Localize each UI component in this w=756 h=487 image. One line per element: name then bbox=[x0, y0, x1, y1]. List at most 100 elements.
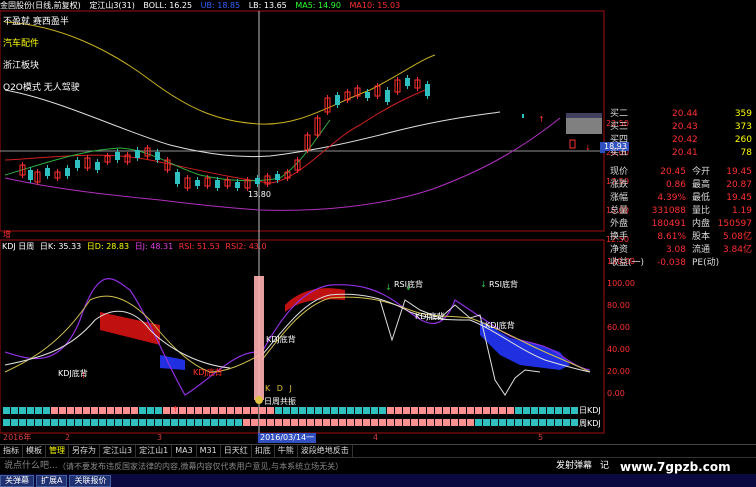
day-kdj-block bbox=[139, 407, 146, 414]
kdj-tick: 40.00 bbox=[607, 345, 630, 354]
week-kdj-block bbox=[203, 419, 210, 426]
day-kdj-block bbox=[547, 407, 554, 414]
day-kdj-block bbox=[99, 407, 106, 414]
day-kdj-block bbox=[491, 407, 498, 414]
tab-ritianhong[interactable]: 日天红 bbox=[221, 445, 252, 457]
week-kdj-block bbox=[51, 419, 58, 426]
day-kdj-block bbox=[59, 407, 66, 414]
quote-value: 3.08 bbox=[665, 245, 686, 255]
day-kdj-block bbox=[147, 407, 154, 414]
svg-text:↓: ↓ bbox=[385, 283, 392, 292]
week-kdj-block bbox=[379, 419, 386, 426]
day-kdj-block bbox=[411, 407, 418, 414]
week-kdj-block bbox=[459, 419, 466, 426]
tab-template[interactable]: 模板 bbox=[23, 445, 46, 457]
record-button[interactable]: 记 bbox=[600, 458, 609, 475]
day-kdj-block bbox=[195, 407, 202, 414]
week-kdj-block bbox=[179, 419, 186, 426]
week-kdj-block bbox=[99, 419, 106, 426]
tab-niuxiong[interactable]: 牛熊 bbox=[275, 445, 298, 457]
kdj-k-value: 日K: 35.33 bbox=[39, 242, 82, 251]
day-kdj-block bbox=[243, 407, 250, 414]
tab-djs1[interactable]: 定江山1 bbox=[136, 445, 173, 457]
kdj-tick: 80.00 bbox=[607, 301, 630, 310]
kdj-signal-text: K D J bbox=[265, 384, 294, 393]
time-month: 2 bbox=[65, 433, 71, 442]
low-price-label: 13.80 bbox=[248, 190, 271, 199]
quote-label: 股本 bbox=[692, 232, 711, 242]
bid-row: 买二 20.44 359 bbox=[606, 108, 756, 121]
bid-volume: 78 bbox=[740, 148, 752, 158]
kdj-axis: 120.00 100.00 80.00 60.00 40.00 20.00 0.… bbox=[607, 257, 637, 411]
day-kdj-block bbox=[387, 407, 394, 414]
week-kdj-block bbox=[443, 419, 450, 426]
concept-label: 不盈就 赛西盈半 bbox=[3, 17, 69, 27]
stock-chart[interactable]: ↑ ↓ ↑ ↓ ↓ ↓ ↑ bbox=[0, 0, 605, 434]
day-kdj-block bbox=[443, 407, 450, 414]
svg-text:↓: ↓ bbox=[480, 280, 487, 289]
week-kdj-block bbox=[547, 419, 554, 426]
linked-quote-button[interactable]: 关联报价 bbox=[69, 475, 112, 487]
kdj-tick: 0.00 bbox=[607, 389, 625, 398]
tab-manage[interactable]: 管理 bbox=[46, 445, 69, 457]
week-kdj-block bbox=[467, 419, 474, 426]
bid-volume: 260 bbox=[734, 135, 752, 145]
expand-button[interactable]: 扩展A bbox=[36, 475, 68, 487]
week-kdj-block bbox=[43, 419, 50, 426]
quote-value: 19.45 bbox=[726, 193, 752, 203]
quote-value: 331088 bbox=[651, 206, 686, 216]
ub-value: UB: 18.85 bbox=[200, 1, 241, 10]
tab-indicator[interactable]: 指标 bbox=[0, 445, 23, 457]
quote-value: 8.61% bbox=[657, 232, 686, 242]
quote-label: 涨跌 bbox=[610, 180, 629, 190]
danmaku-input[interactable]: 说点什么吧... bbox=[4, 458, 58, 475]
day-kdj-block bbox=[163, 407, 170, 414]
close-danmaku-button[interactable]: 关弹幕 bbox=[0, 475, 34, 487]
week-kdj-block bbox=[275, 419, 282, 426]
week-kdj-block bbox=[187, 419, 194, 426]
send-danmaku-button[interactable]: 发射弹幕 bbox=[556, 458, 592, 475]
quote-value: 20.45 bbox=[660, 167, 686, 177]
tab-boduan[interactable]: 波段绝地反击 bbox=[298, 445, 353, 457]
week-kdj-block bbox=[555, 419, 562, 426]
week-kdj-block bbox=[243, 419, 250, 426]
bid-label: 买四 bbox=[610, 135, 629, 145]
week-kdj-block bbox=[299, 419, 306, 426]
day-kdj-block bbox=[211, 407, 218, 414]
day-kdj-block bbox=[331, 407, 338, 414]
kdj-d-value: 日D: 28.83 bbox=[86, 242, 130, 251]
bid-row: 买三 20.43 373 bbox=[606, 121, 756, 134]
ma10-value: MA10: 15.03 bbox=[349, 1, 401, 10]
quote-panel: 买二 20.44 359 买三 20.43 373 买四 20.42 260 买五 20.41 78 现… bbox=[606, 108, 756, 270]
week-kdj-block bbox=[315, 419, 322, 426]
tab-ma3[interactable]: MA3 bbox=[172, 445, 197, 457]
quote-label: 最高 bbox=[692, 180, 711, 190]
day-kdj-block bbox=[371, 407, 378, 414]
tab-m31[interactable]: M31 bbox=[197, 445, 221, 457]
week-kdj-block bbox=[35, 419, 42, 426]
bid-label: 买三 bbox=[610, 122, 629, 132]
time-month: 4 bbox=[373, 433, 379, 442]
quote-label: 流通 bbox=[692, 245, 711, 255]
tab-djs3[interactable]: 定江山3 bbox=[100, 445, 137, 457]
sector-label: 汽车配件 bbox=[3, 39, 40, 49]
day-kdj-block bbox=[483, 407, 490, 414]
day-kdj-block bbox=[115, 407, 122, 414]
kdj-divergence-label: KDJ底背 bbox=[58, 369, 88, 378]
day-kdj-block bbox=[203, 407, 210, 414]
tab-save-as[interactable]: 另存为 bbox=[69, 445, 100, 457]
bottom-toolbar: 关弹幕 扩展A 关联报价 bbox=[0, 474, 756, 487]
day-kdj-block bbox=[75, 407, 82, 414]
day-kdj-block bbox=[35, 407, 42, 414]
quote-label: 内盘 bbox=[692, 219, 711, 229]
tab-koudi[interactable]: 扣底 bbox=[252, 445, 275, 457]
week-kdj-block bbox=[91, 419, 98, 426]
week-kdj-block bbox=[507, 419, 514, 426]
svg-text:↓: ↓ bbox=[585, 144, 591, 152]
quote-row: 总量 331088 量比 1.19 bbox=[606, 205, 756, 218]
week-kdj-block bbox=[163, 419, 170, 426]
week-kdj-block bbox=[11, 419, 18, 426]
week-kdj-block bbox=[147, 419, 154, 426]
quote-value: 1.19 bbox=[731, 206, 752, 216]
quote-row: 净资 3.08 流通 3.84亿 bbox=[606, 244, 756, 257]
